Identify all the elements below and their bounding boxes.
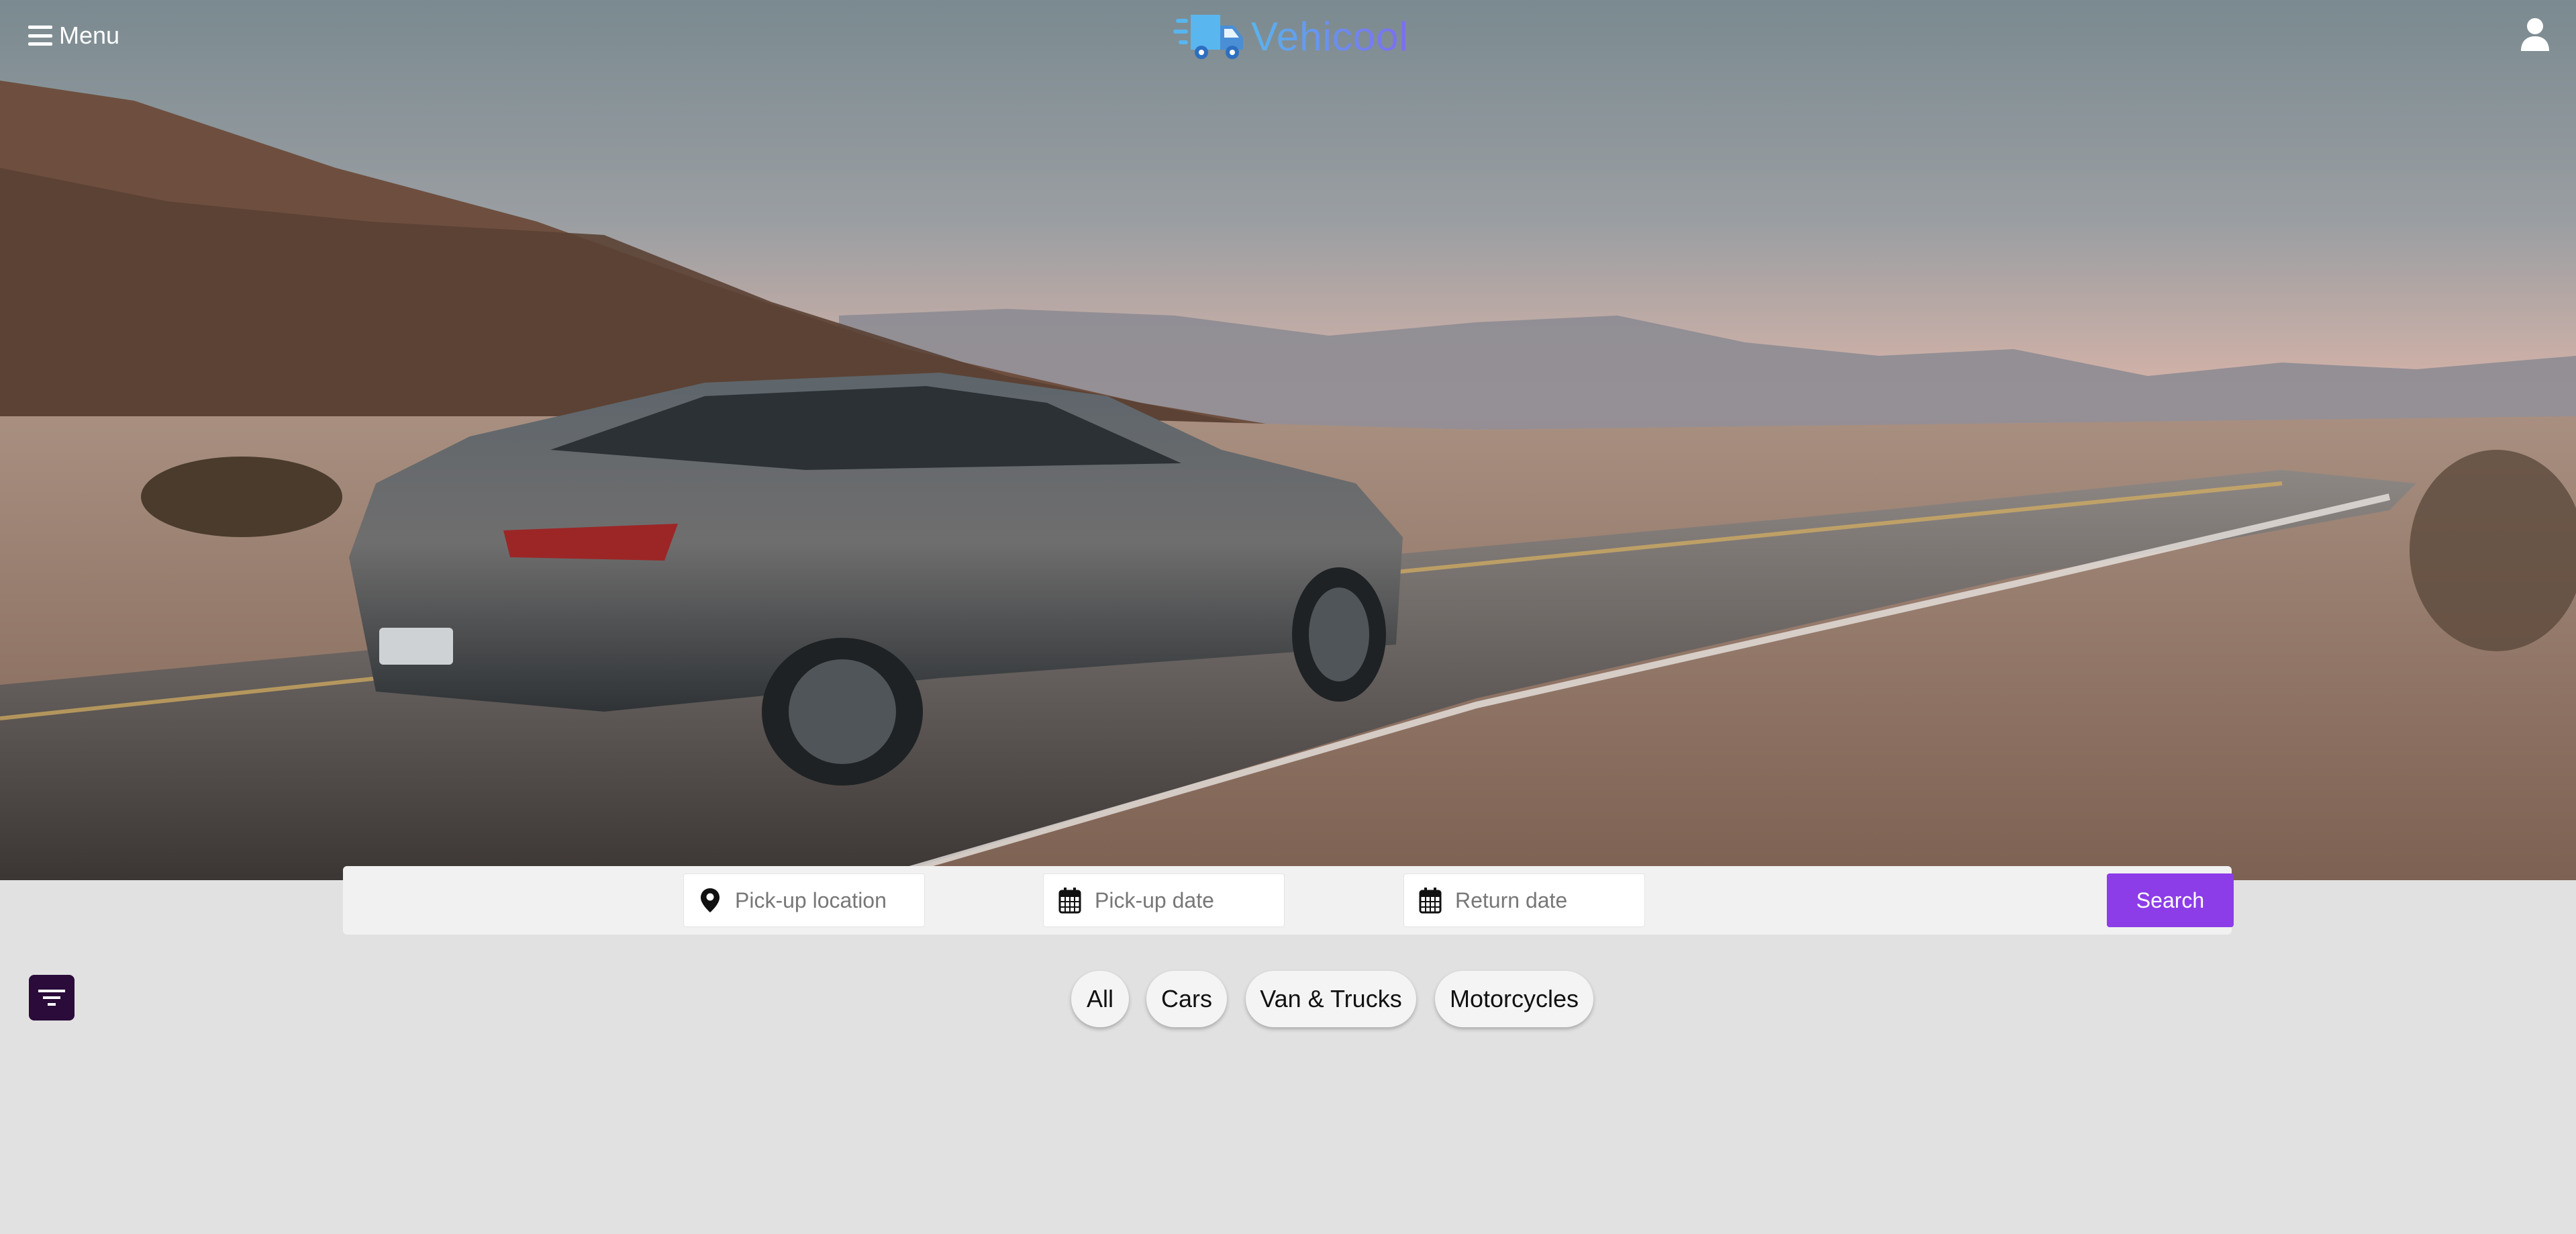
location-pin-icon bbox=[701, 888, 720, 912]
return-date-field[interactable] bbox=[1403, 873, 1645, 927]
search-button[interactable]: Search bbox=[2107, 873, 2234, 927]
pickup-date-field[interactable] bbox=[1043, 873, 1285, 927]
calendar-icon bbox=[1419, 888, 1442, 914]
filter-icon bbox=[38, 990, 65, 1006]
calendar-icon bbox=[1058, 888, 1081, 914]
hero-scene bbox=[0, 0, 2576, 880]
category-chip-all[interactable]: All bbox=[1071, 971, 1129, 1027]
hero-image bbox=[0, 0, 2576, 880]
logo-text: Vehicool bbox=[1251, 13, 1409, 59]
pickup-location-input[interactable] bbox=[734, 887, 918, 914]
pickup-date-input[interactable] bbox=[1093, 887, 1277, 914]
return-date-input[interactable] bbox=[1454, 887, 1638, 914]
menu-label: Menu bbox=[59, 21, 120, 49]
category-chip-cars[interactable]: Cars bbox=[1146, 971, 1227, 1027]
category-chip-vans-trucks[interactable]: Van & Trucks bbox=[1246, 971, 1416, 1027]
category-chip-motorcycles[interactable]: Motorcycles bbox=[1435, 971, 1593, 1027]
search-bar: Search bbox=[343, 866, 2234, 935]
filter-button[interactable] bbox=[29, 975, 75, 1021]
truck-logo-icon bbox=[1173, 15, 1243, 59]
hamburger-icon bbox=[28, 26, 52, 46]
pickup-location-field[interactable] bbox=[683, 873, 925, 927]
logo[interactable]: Vehicool bbox=[1173, 4, 1409, 68]
menu-button[interactable]: Menu bbox=[28, 19, 119, 52]
user-account-icon[interactable] bbox=[2520, 17, 2550, 52]
